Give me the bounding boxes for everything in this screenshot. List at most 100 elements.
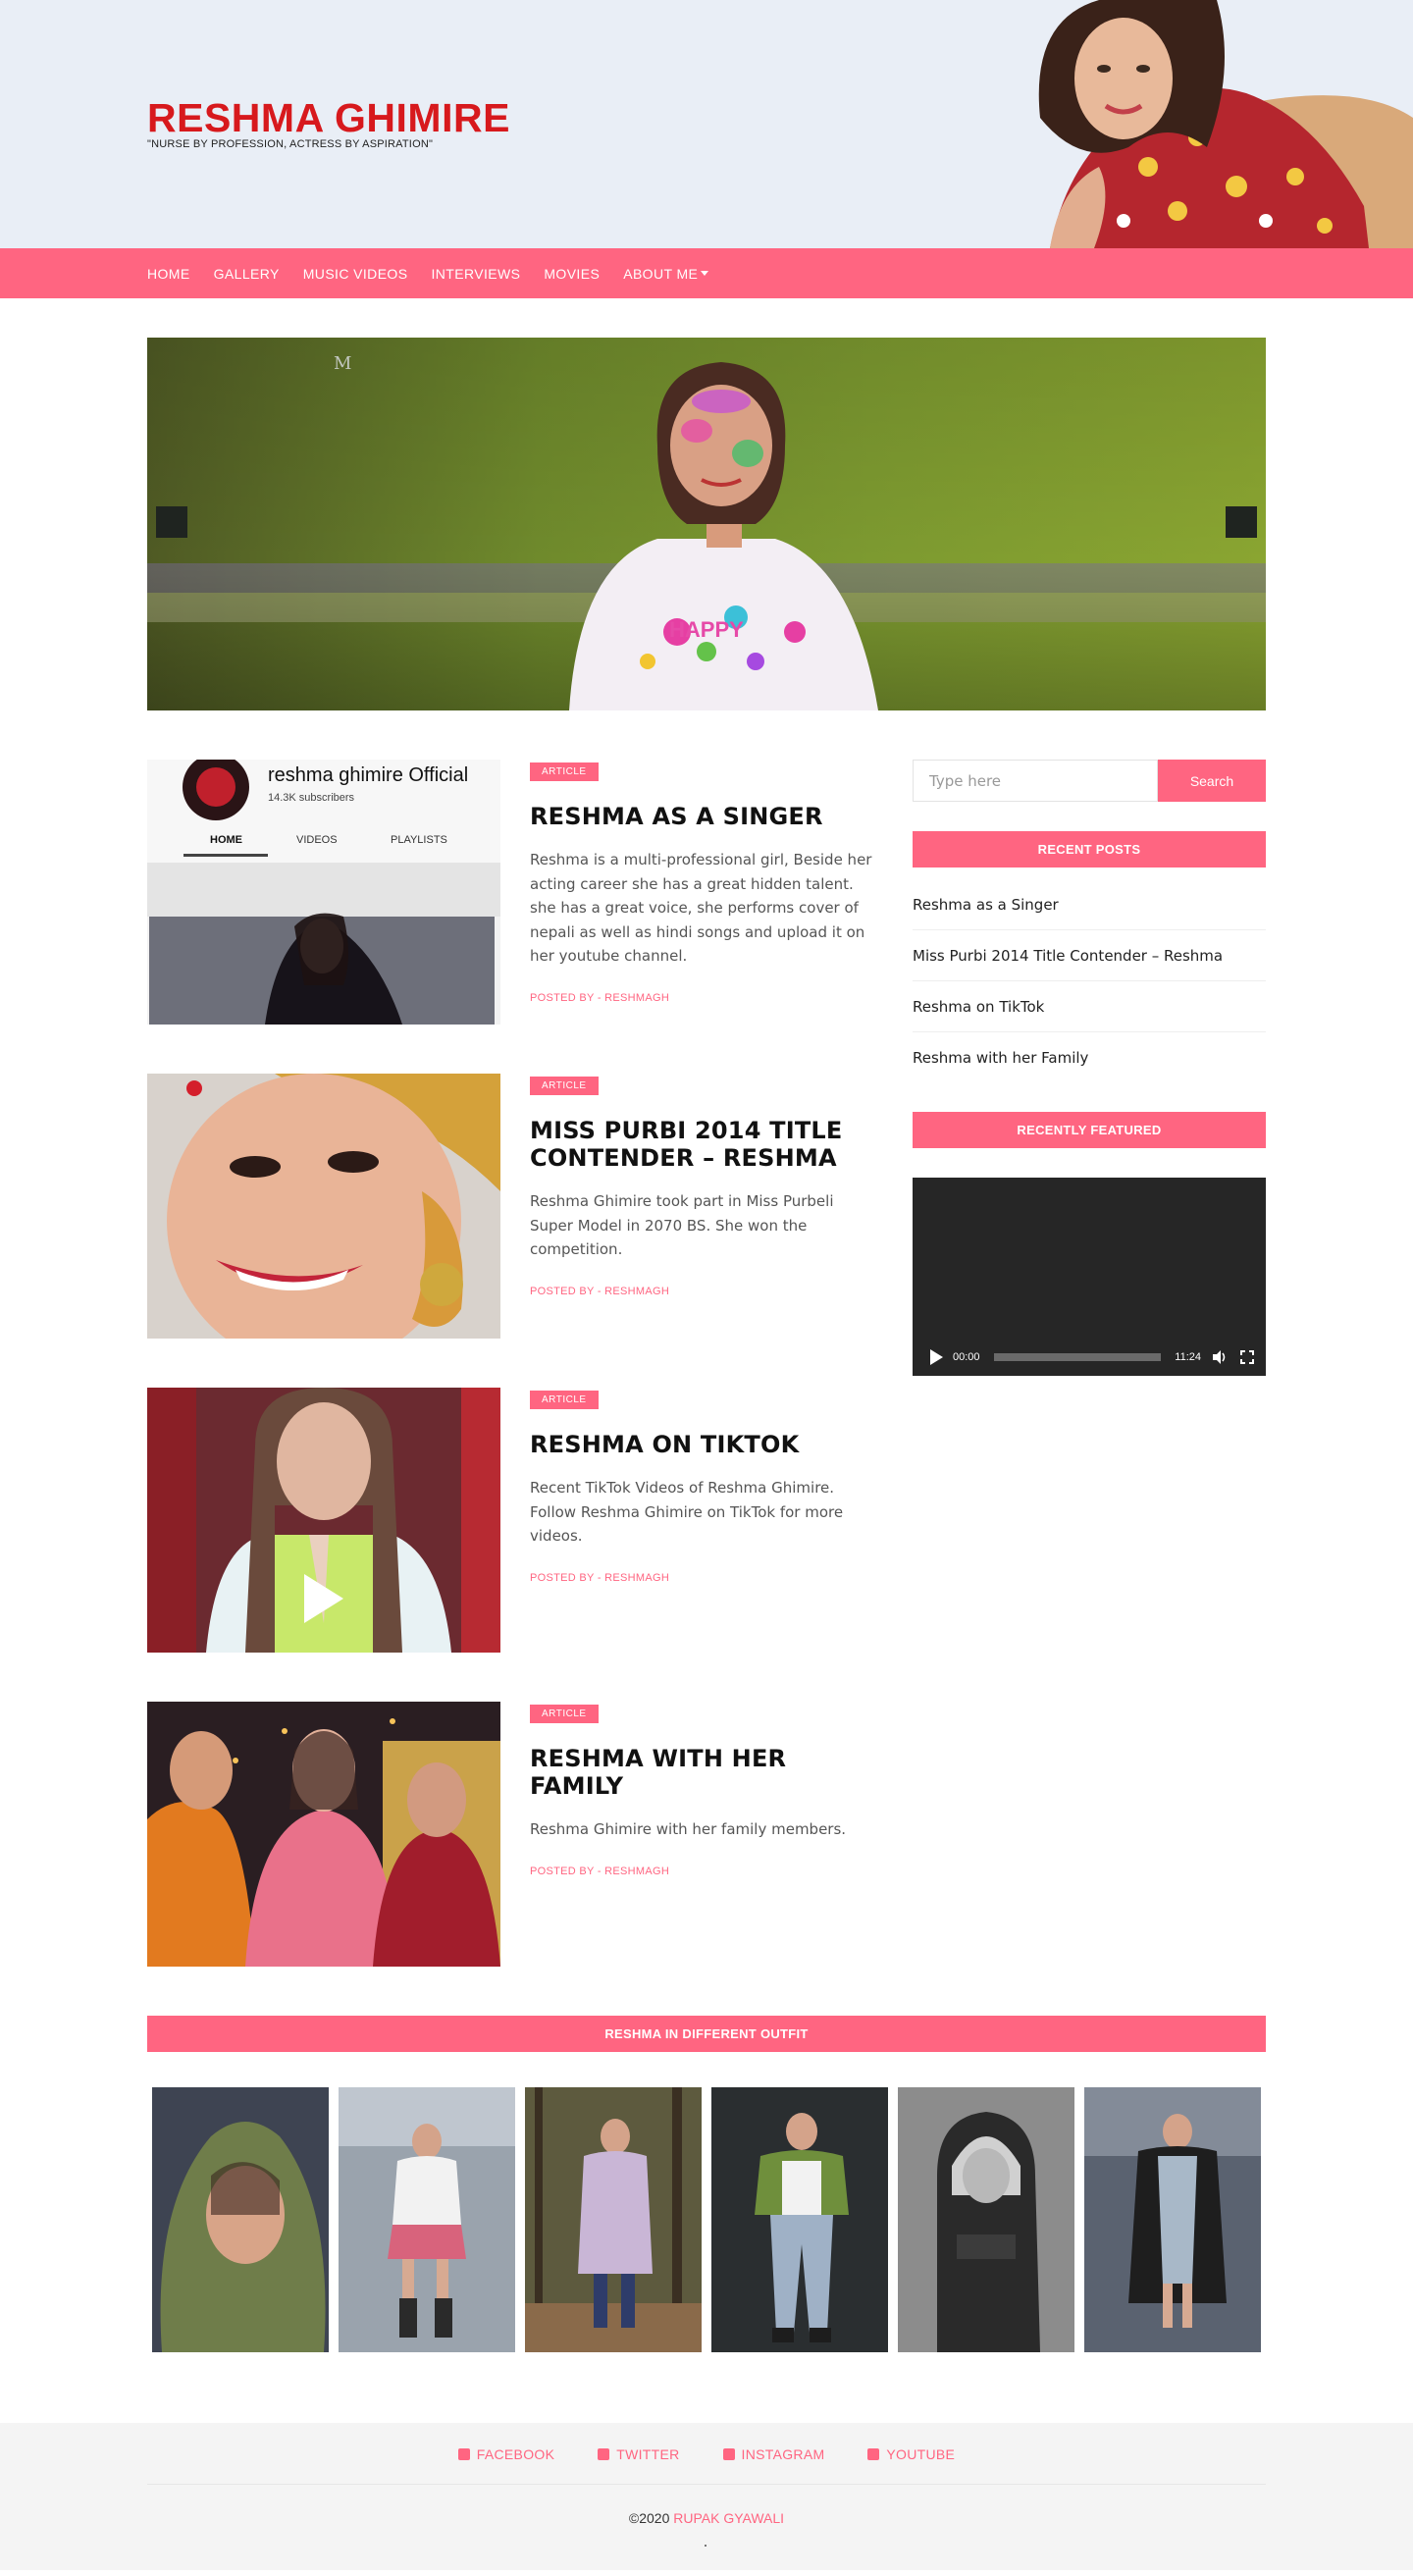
nav-home[interactable]: HOME bbox=[147, 266, 190, 282]
outfit-photo[interactable] bbox=[152, 2087, 329, 2352]
main-content: reshma ghimire Official 14.3K subscriber… bbox=[147, 760, 1266, 2016]
facebook-label: FACEBOOK bbox=[476, 2446, 555, 2462]
instagram-icon bbox=[722, 2448, 735, 2460]
sidebar: Search RECENT POSTS Reshma as a Singer M… bbox=[913, 760, 1266, 2016]
post-category-badge[interactable]: ARTICLE bbox=[530, 1391, 599, 1409]
recently-featured-heading: RECENTLY FEATURED bbox=[913, 1112, 1266, 1148]
post-title[interactable]: RESHMA ON TIKTOK bbox=[530, 1431, 873, 1458]
post-card: reshma ghimire Official 14.3K subscriber… bbox=[147, 760, 873, 1025]
featured-video-player[interactable]: 00:00 11:24 bbox=[913, 1178, 1266, 1376]
caret-down-icon bbox=[701, 271, 709, 276]
recent-posts-heading: RECENT POSTS bbox=[913, 831, 1266, 867]
svg-text:M: M bbox=[334, 353, 351, 374]
nav-gallery[interactable]: GALLERY bbox=[214, 266, 280, 282]
post-category-badge[interactable]: ARTICLE bbox=[530, 762, 599, 781]
fullscreen-icon[interactable] bbox=[1238, 1348, 1256, 1366]
slider-image: M HAPPY bbox=[147, 338, 1266, 710]
post-thumbnail[interactable] bbox=[147, 1388, 500, 1653]
post-title[interactable]: RESHMA AS A SINGER bbox=[530, 803, 873, 830]
header-portrait-image bbox=[903, 0, 1413, 248]
video-duration: 11:24 bbox=[1175, 1351, 1201, 1363]
post-title[interactable]: RESHMA WITH HER FAMILY bbox=[530, 1745, 873, 1800]
post-body: ARTICLE RESHMA WITH HER FAMILY Reshma Gh… bbox=[530, 1702, 873, 1967]
post-card: ARTICLE RESHMA ON TIKTOK Recent TikTok V… bbox=[147, 1388, 873, 1653]
post-thumbnail[interactable]: reshma ghimire Official 14.3K subscriber… bbox=[147, 760, 500, 1025]
slider-prev-button[interactable] bbox=[156, 506, 187, 538]
post-body: ARTICLE MISS PURBI 2014 TITLE CONTENDER … bbox=[530, 1074, 873, 1339]
social-links: FACEBOOK TWITTER INSTAGRAM YOUTUBE bbox=[0, 2423, 1413, 2462]
recent-post-link[interactable]: Reshma as a Singer bbox=[913, 879, 1266, 930]
post-author[interactable]: POSTED BY - RESHMAGH bbox=[530, 1572, 873, 1584]
recent-post-link[interactable]: Reshma with her Family bbox=[913, 1032, 1266, 1082]
facebook-link[interactable]: FACEBOOK bbox=[457, 2446, 555, 2462]
site-title[interactable]: RESHMA GHIMIRE bbox=[147, 94, 510, 141]
post-body: ARTICLE RESHMA ON TIKTOK Recent TikTok V… bbox=[530, 1388, 873, 1653]
post-excerpt: Reshma Ghimire with her family members. bbox=[530, 1820, 847, 1838]
post-author[interactable]: POSTED BY - RESHMAGH bbox=[530, 992, 873, 1004]
post-thumbnail[interactable] bbox=[147, 1702, 500, 1967]
copyright: ©2020 RUPAK GYAWALI bbox=[0, 2510, 1413, 2526]
video-current-time: 00:00 bbox=[953, 1351, 980, 1363]
outfit-photo[interactable] bbox=[898, 2087, 1074, 2352]
youtube-channel-name: reshma ghimire Official bbox=[268, 764, 468, 786]
youtube-label: YOUTUBE bbox=[886, 2446, 956, 2462]
instagram-label: INSTAGRAM bbox=[741, 2446, 825, 2462]
recent-posts-list: Reshma as a Singer Miss Purbi 2014 Title… bbox=[913, 879, 1266, 1082]
post-list: reshma ghimire Official 14.3K subscriber… bbox=[147, 760, 873, 2016]
search-input[interactable] bbox=[913, 760, 1158, 802]
post-excerpt: Recent TikTok Videos of Reshma Ghimire. … bbox=[530, 1479, 844, 1545]
youtube-icon bbox=[867, 2448, 880, 2460]
video-controls: 00:00 11:24 bbox=[913, 1339, 1266, 1376]
post-card: ARTICLE MISS PURBI 2014 TITLE CONTENDER … bbox=[147, 1074, 873, 1339]
outfit-photo[interactable] bbox=[339, 2087, 515, 2352]
search-widget: Search bbox=[913, 760, 1266, 802]
post-author[interactable]: POSTED BY - RESHMAGH bbox=[530, 1866, 873, 1877]
slider-next-button[interactable] bbox=[1226, 506, 1257, 538]
outfit-photo[interactable] bbox=[525, 2087, 702, 2352]
youtube-tab-videos: VIDEOS bbox=[296, 834, 338, 846]
volume-icon[interactable] bbox=[1211, 1348, 1229, 1366]
youtube-tab-home: HOME bbox=[210, 834, 242, 846]
play-icon[interactable] bbox=[930, 1349, 943, 1365]
nav-about-me-dropdown[interactable]: ABOUT ME bbox=[623, 265, 709, 282]
post-body: ARTICLE RESHMA AS A SINGER Reshma is a m… bbox=[530, 760, 873, 1025]
facebook-icon bbox=[457, 2448, 470, 2460]
nav-interviews[interactable]: INTERVIEWS bbox=[431, 266, 520, 282]
twitter-icon bbox=[598, 2448, 610, 2460]
copyright-year: ©2020 bbox=[628, 2510, 670, 2526]
recent-post-link[interactable]: Reshma on TikTok bbox=[913, 981, 1266, 1032]
footer-dot bbox=[705, 2545, 706, 2547]
recent-post-link[interactable]: Miss Purbi 2014 Title Contender – Reshma bbox=[913, 930, 1266, 981]
post-author[interactable]: POSTED BY - RESHMAGH bbox=[530, 1286, 873, 1297]
post-excerpt: Reshma is a multi-professional girl, Bes… bbox=[530, 851, 872, 965]
post-title[interactable]: MISS PURBI 2014 TITLE CONTENDER – RESHMA bbox=[530, 1117, 873, 1172]
nav-about-me-label: ABOUT ME bbox=[623, 265, 699, 282]
site-footer: FACEBOOK TWITTER INSTAGRAM YOUTUBE ©2020… bbox=[0, 2423, 1413, 2570]
youtube-tab-playlists: PLAYLISTS bbox=[391, 834, 447, 846]
nav-music-videos[interactable]: MUSIC VIDEOS bbox=[303, 266, 408, 282]
youtube-subscriber-count: 14.3K subscribers bbox=[268, 792, 355, 804]
search-button[interactable]: Search bbox=[1158, 760, 1266, 802]
footer-divider bbox=[147, 2484, 1266, 2485]
video-progress-bar[interactable] bbox=[993, 1353, 1162, 1361]
outfit-photo[interactable] bbox=[711, 2087, 888, 2352]
svg-text:HAPPY: HAPPY bbox=[669, 617, 744, 642]
instagram-link[interactable]: INSTAGRAM bbox=[722, 2446, 825, 2462]
twitter-link[interactable]: TWITTER bbox=[598, 2446, 679, 2462]
brand: RESHMA GHIMIRE "NURSE BY PROFESSION, ACT… bbox=[147, 94, 510, 150]
post-category-badge[interactable]: ARTICLE bbox=[530, 1077, 599, 1095]
main-navbar: HOME GALLERY MUSIC VIDEOS INTERVIEWS MOV… bbox=[0, 248, 1413, 298]
post-excerpt: Reshma Ghimire took part in Miss Purbeli… bbox=[530, 1192, 834, 1258]
outfit-gallery bbox=[152, 2087, 1413, 2352]
copyright-author-link[interactable]: RUPAK GYAWALI bbox=[673, 2510, 784, 2526]
nav-movies[interactable]: MOVIES bbox=[544, 266, 600, 282]
outfit-photo[interactable] bbox=[1084, 2087, 1261, 2352]
outfits-heading: RESHMA IN DIFFERENT OUTFIT bbox=[147, 2016, 1266, 2052]
youtube-link[interactable]: YOUTUBE bbox=[867, 2446, 955, 2462]
post-thumbnail[interactable] bbox=[147, 1074, 500, 1339]
post-category-badge[interactable]: ARTICLE bbox=[530, 1705, 599, 1723]
site-header: RESHMA GHIMIRE "NURSE BY PROFESSION, ACT… bbox=[0, 0, 1413, 248]
hero-slider: M HAPPY bbox=[147, 338, 1266, 710]
twitter-label: TWITTER bbox=[616, 2446, 680, 2462]
post-card: ARTICLE RESHMA WITH HER FAMILY Reshma Gh… bbox=[147, 1702, 873, 1967]
